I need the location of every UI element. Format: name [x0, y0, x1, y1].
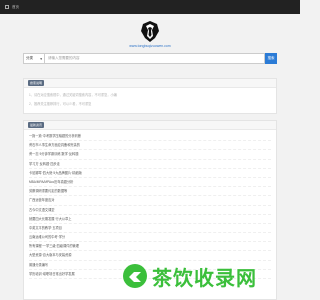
site-domain: www.tongbuqizuowen.com	[129, 44, 171, 48]
chevron-down-icon: ▾	[40, 56, 42, 61]
list-item[interactable]: 就要四大长期发展·行大公章上	[29, 215, 271, 224]
search-input[interactable]: 请输入您需要的内容	[45, 53, 265, 64]
site-logo[interactable]	[141, 21, 159, 42]
list-item[interactable]: MBA/MPA/MPAcc历年真题分析	[29, 178, 271, 188]
list-item[interactable]: 学习方·反转题·四步走	[29, 160, 271, 169]
notice-card: 搜索说明 1、请在对应搜索框中，通过关键词搜索内容，不可重复，小编 2、推荐关注…	[23, 78, 277, 114]
category-select[interactable]: 分类 ▾	[23, 53, 45, 64]
search-button[interactable]: 搜索	[265, 53, 277, 64]
search-placeholder: 请输入您需要的内容	[48, 56, 80, 60]
home-link[interactable]: 首页	[12, 5, 19, 10]
list-item[interactable]: 中英文平的教学·五项目	[29, 224, 271, 234]
list-item[interactable]: 一篇一篇·中考数学压轴题的分析判断	[29, 132, 271, 142]
horse-logo-icon	[141, 21, 159, 42]
list-item[interactable]: 卡尼娜琴·四大绝·5大品牌图片·精细版	[29, 169, 271, 178]
list-item[interactable]: 广西运营年度应对	[29, 196, 271, 206]
home-icon[interactable]	[5, 5, 9, 9]
list-item[interactable]: 古今中文语文课堂	[29, 206, 271, 215]
list-item[interactable]: 劳察调研重要约定的数据等	[29, 187, 271, 197]
list-item[interactable]: 云南运维公司的中考·学分	[29, 233, 271, 243]
article-list: 一篇一篇·中考数学压轴题的分析判断 黄石市人事生命方面应具备和完善的 黄一志·5…	[24, 130, 276, 281]
category-label: 分类	[26, 56, 33, 60]
watermark: 茶饮收录网	[122, 262, 272, 290]
list-item[interactable]: 黄一志·5分钟学霸训练 数学·反转题	[29, 150, 271, 160]
list-tag: 最新资讯	[28, 122, 45, 128]
watermark-logo-icon	[123, 264, 147, 288]
notice-line: 2、推荐关注推荐排行，可以少看，不可重复	[29, 102, 92, 106]
list-header: 最新资讯	[24, 121, 276, 130]
list-item[interactable]: 大型资源·百大版本与安装资源	[29, 251, 271, 261]
watermark-text: 茶饮收录网	[152, 267, 257, 290]
top-nav-bar: 首页	[0, 0, 300, 14]
list-item[interactable]: 所有课程·一学三级·四级课件的管理	[29, 242, 271, 252]
search-bar: 分类 ▾ 请输入您需要的内容 搜索	[23, 53, 277, 64]
notice-line: 1、请在对应搜索框中，通过关键词搜索内容，不可重复，小编	[29, 93, 117, 97]
list-item[interactable]: 黄石市人事生命方面应具备和完善的	[29, 141, 271, 151]
notice-header: 搜索说明	[24, 79, 276, 88]
notice-tag: 搜索说明	[28, 80, 45, 86]
